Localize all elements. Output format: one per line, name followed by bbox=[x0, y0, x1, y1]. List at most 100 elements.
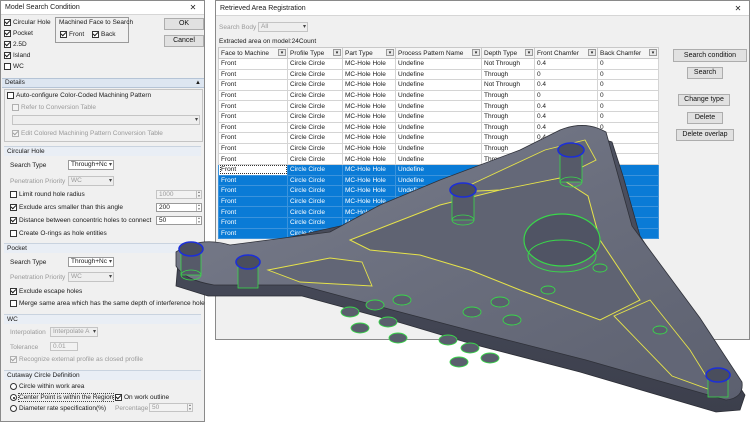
table-cell: Front bbox=[218, 58, 288, 70]
column-header[interactable]: Back Chamfer ▾ bbox=[597, 47, 659, 59]
back-label: Back bbox=[101, 31, 116, 38]
spinner-icon[interactable]: ▲ ▼ bbox=[196, 216, 201, 224]
refer-label: Refer to Conversion Table bbox=[21, 104, 97, 111]
table-row[interactable]: Front Circle Circle MC-Hole Hole Undefine Th… bbox=[218, 132, 659, 144]
target-checkbox[interactable]: 2.5D bbox=[4, 41, 27, 48]
table-row[interactable]: Front Circle Circle MC-Hole Hole Undefine Th… bbox=[218, 100, 659, 112]
tolerance-input[interactable]: 0.01 bbox=[50, 342, 78, 351]
search-body-select[interactable]: All ▾ bbox=[258, 22, 308, 32]
column-header[interactable]: Front Chamfer ▾ bbox=[534, 47, 598, 59]
table-cell: Circle Circle bbox=[287, 153, 343, 165]
limit-radius-checkbox[interactable]: Limit round hole radius bbox=[10, 191, 85, 198]
spinner-icon[interactable]: ▲ ▼ bbox=[187, 403, 192, 411]
exclude-arcs-input[interactable]: 200 ▲ ▼ bbox=[156, 203, 202, 212]
column-header[interactable]: Process Pattern Name ▾ bbox=[395, 47, 482, 59]
percentage-value: 50 bbox=[152, 404, 160, 411]
table-row[interactable]: Front Circle Circle MC-Hole Hole Undefine Th… bbox=[218, 216, 659, 229]
ok-button[interactable]: OK bbox=[164, 18, 204, 30]
spinner-icon[interactable]: ▲ ▼ bbox=[196, 190, 201, 198]
table-row[interactable]: Front Circle Circle MC-Hole Hole Undefine Th… bbox=[218, 68, 659, 81]
table-row[interactable]: Front Circle Circle MC-Hole Hole Undefine Th… bbox=[218, 195, 659, 208]
on-work-outline-checkbox[interactable]: On work outline bbox=[115, 394, 169, 401]
edit-label: Edit Colored Machining Pattern Conversio… bbox=[21, 130, 163, 137]
cancel-button[interactable]: Cancel bbox=[164, 35, 204, 47]
filter-dropdown-icon[interactable]: ▾ bbox=[525, 49, 533, 56]
delete-button[interactable]: Delete bbox=[687, 112, 723, 124]
target-checkbox[interactable]: Island bbox=[4, 52, 30, 59]
circular-search-type-select[interactable]: Through+Nc ▾ bbox=[68, 160, 114, 170]
search-condition-button[interactable]: Search condition bbox=[673, 49, 747, 62]
distance-holes-input[interactable]: 50 ▲ ▼ bbox=[156, 216, 202, 225]
exclude-arcs-checkbox[interactable]: Exclude arcs smaller than this angle bbox=[10, 204, 123, 211]
filter-dropdown-icon[interactable]: ▾ bbox=[278, 49, 286, 56]
percentage-input[interactable]: 50 ▲ ▼ bbox=[149, 403, 193, 412]
front-check-icon bbox=[60, 31, 67, 38]
orings-checkbox[interactable]: Create O-rings as hole entities bbox=[10, 230, 107, 237]
edit-conversion-checkbox[interactable]: Edit Colored Machining Pattern Conversio… bbox=[12, 130, 163, 137]
target-checkbox[interactable]: WC bbox=[4, 63, 24, 70]
target-checkbox[interactable]: Circular Hole bbox=[4, 19, 51, 26]
filter-dropdown-icon[interactable]: ▾ bbox=[649, 49, 657, 56]
filter-dropdown-icon[interactable]: ▾ bbox=[333, 49, 341, 56]
target-checkbox[interactable]: Pocket bbox=[4, 30, 33, 37]
table-row[interactable]: Front Circle Circle MC-Hole Hole Undefine No… bbox=[218, 58, 659, 70]
change-type-button[interactable]: Change type bbox=[678, 94, 730, 106]
auto-color-checkbox[interactable]: Auto-configure Color-Coded Machining Pat… bbox=[7, 92, 151, 99]
column-header[interactable]: Depth Type ▾ bbox=[481, 47, 535, 59]
table-cell: 0 bbox=[597, 132, 659, 144]
table-row[interactable]: Front Circle Circle MC-Hole Hole Undefine Th… bbox=[218, 142, 659, 155]
pocket-search-type-select[interactable]: Through+Nc ▾ bbox=[68, 257, 114, 267]
refer-table-checkbox[interactable]: Refer to Conversion Table bbox=[12, 104, 96, 111]
table-row[interactable]: Front Circle Circle MC-Hole Hole Undefine No… bbox=[218, 79, 659, 91]
column-header[interactable]: Part Type ▾ bbox=[342, 47, 396, 59]
front-checkbox[interactable]: Front bbox=[60, 31, 84, 38]
spinner-icon[interactable]: ▲ ▼ bbox=[196, 203, 201, 211]
table-cell: 0.4 bbox=[534, 216, 598, 229]
circular-search-type-label: Search Type bbox=[10, 162, 47, 169]
center-point-radio[interactable]: Center Point is within the Region bbox=[10, 393, 115, 402]
recognize-profile-checkbox[interactable]: Recognize external profile as closed pro… bbox=[10, 356, 143, 363]
table-row[interactable]: Front Circle Circle MC-Hole Hole Undefine Th… bbox=[218, 110, 659, 123]
column-header[interactable]: Face to Machine ▾ bbox=[218, 47, 288, 59]
search-button[interactable]: Search bbox=[687, 67, 723, 79]
extracted-count-label: Extracted area on model:24Count bbox=[219, 38, 317, 45]
table-row[interactable]: Front Circle Circle MC-Hole Hole Undefine Th… bbox=[218, 163, 659, 176]
close-icon[interactable]: ✕ bbox=[186, 1, 200, 14]
table-row[interactable]: Front Circle Circle MC-Hole Hole Undefine Th… bbox=[218, 227, 659, 240]
table-row[interactable]: Front Circle Circle MC-Hole Hole Undefine Th… bbox=[218, 89, 659, 102]
table-row[interactable]: Front Circle Circle MC-Hole Hole Undefine Th… bbox=[218, 174, 659, 187]
table-cell: Circle Circle bbox=[287, 68, 343, 81]
table-cell: MC-Hole Hole bbox=[342, 89, 396, 102]
table-row[interactable]: Front Circle Circle MC-Hole Hole Undefine Th… bbox=[218, 185, 659, 197]
escape-holes-checkbox[interactable]: Exclude escape holes bbox=[10, 288, 82, 295]
table-cell: 0.4 bbox=[534, 100, 598, 112]
back-checkbox[interactable]: Back bbox=[92, 31, 115, 38]
distance-holes-checkbox[interactable]: Distance between concentric holes to con… bbox=[10, 217, 151, 224]
table-row[interactable]: Front Circle Circle MC-Hole Hole Undefine Th… bbox=[218, 153, 659, 165]
filter-dropdown-icon[interactable]: ▾ bbox=[472, 49, 480, 56]
diameter-rate-radio[interactable]: Diameter rate specification(%) bbox=[10, 405, 106, 412]
details-header[interactable]: Details ▲ bbox=[2, 78, 204, 88]
interpolation-select[interactable]: Interpolate A ▾ bbox=[50, 327, 98, 337]
merge-area-checkbox[interactable]: Merge same area which has the same depth… bbox=[10, 300, 205, 307]
table-row[interactable]: Front Circle Circle MC-Hole Hole Undefine Th… bbox=[218, 121, 659, 134]
table-cell: MC-Hole Hole bbox=[342, 68, 396, 81]
table-row[interactable]: Front Circle Circle MC-Hole Hole Undefine Th… bbox=[218, 206, 659, 218]
conversion-table-select[interactable]: ▾ bbox=[12, 115, 200, 125]
filter-dropdown-icon[interactable]: ▾ bbox=[386, 49, 394, 56]
pocket-priority-select[interactable]: WC ▾ bbox=[68, 272, 114, 282]
limit-radius-input[interactable]: 1000 ▲ ▼ bbox=[156, 190, 202, 199]
column-header[interactable]: Profile Type ▾ bbox=[287, 47, 343, 59]
delete-overlap-button[interactable]: Delete overlap bbox=[676, 129, 734, 141]
distance-value: 50 bbox=[159, 217, 167, 224]
target-label: WC bbox=[13, 63, 24, 70]
collapse-icon[interactable]: ▲ bbox=[195, 79, 201, 87]
table-cell: 0.4 bbox=[534, 153, 598, 165]
circular-priority-select[interactable]: WC ▾ bbox=[68, 176, 114, 186]
circle-within-radio[interactable]: Circle within work area bbox=[10, 383, 84, 390]
filter-dropdown-icon[interactable]: ▾ bbox=[588, 49, 596, 56]
close-icon[interactable]: ✕ bbox=[731, 2, 745, 15]
table-cell: Not Through bbox=[481, 58, 535, 70]
model-search-condition-dialog: Model Search Condition ✕ Circular Hole Po… bbox=[0, 0, 205, 422]
table-cell: Undefine bbox=[395, 68, 482, 81]
